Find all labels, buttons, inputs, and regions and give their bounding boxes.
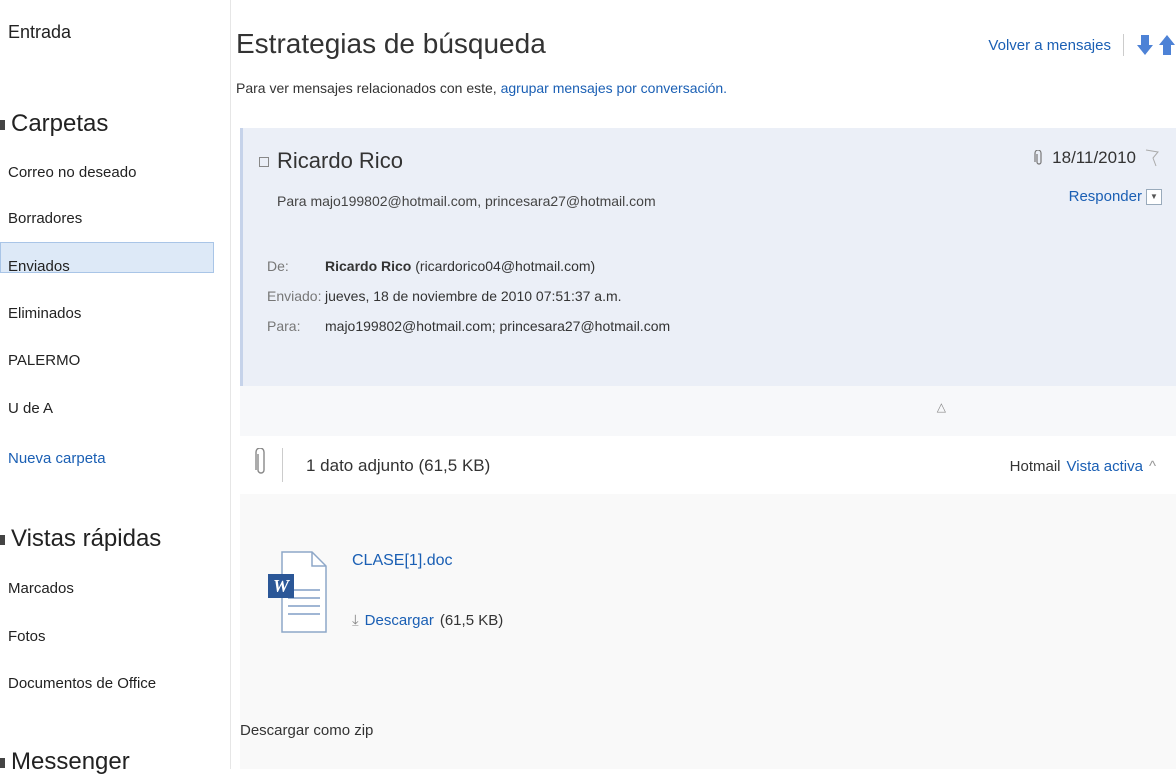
reply-control: Responder ▼ [1069, 188, 1162, 205]
collapse-triangle-icon[interactable]: △ [937, 400, 946, 414]
message-subject: Estrategias de búsqueda [236, 28, 546, 59]
previous-message-up-arrow-icon[interactable] [1158, 34, 1176, 56]
collapse-triangle-icon [0, 119, 5, 130]
folder-drafts[interactable]: Borradores [8, 210, 82, 227]
message-navigation: Volver a mensajes [988, 34, 1176, 56]
sender-name[interactable]: Ricardo Rico [259, 148, 403, 174]
recipients-summary: Para majo199802@hotmail.com, princesara2… [277, 193, 656, 209]
messenger-header[interactable]: Messenger [0, 748, 130, 776]
quickview-office-docs[interactable]: Documentos de Office [8, 675, 156, 692]
folder-u-de-a[interactable]: U de A [8, 400, 53, 417]
download-zip-link[interactable]: Descargar como zip [240, 722, 373, 739]
from-email: (ricardorico04@hotmail.com) [411, 258, 596, 274]
word-document-icon[interactable]: W [266, 550, 328, 634]
reading-pane: Estrategias de búsqueda Para ver mensaje… [232, 0, 1176, 769]
quickview-photos[interactable]: Fotos [8, 628, 46, 645]
sent-row: Enviado: jueves, 18 de noviembre de 2010 … [267, 288, 622, 304]
collapse-triangle-icon [0, 757, 5, 768]
download-row: ⤓ Descargar (61,5 KB) [352, 612, 503, 629]
folder-sent[interactable]: Enviados [8, 258, 70, 275]
sent-date: jueves, 18 de noviembre de 2010 07:51:37… [325, 288, 622, 304]
flag-icon[interactable] [1144, 149, 1160, 167]
folder-inbox[interactable]: Entrada [8, 22, 71, 43]
nav-separator [1123, 34, 1124, 56]
download-icon[interactable]: ⤓ [352, 612, 359, 629]
reply-button[interactable]: Responder [1069, 188, 1142, 205]
folder-palermo[interactable]: PALERMO [8, 352, 80, 369]
folders-header[interactable]: Carpetas [0, 110, 108, 138]
folder-junk[interactable]: Correo no deseado [8, 164, 136, 181]
to-row: Para: majo199802@hotmail.com; princesara2… [267, 318, 671, 334]
attachment-file-name[interactable]: CLASE[1].doc [352, 552, 453, 570]
message-details: De: Ricardo Rico (ricardorico04@hotmail.c… [267, 258, 670, 348]
from-row: De: Ricardo Rico (ricardorico04@hotmail.c… [267, 258, 596, 274]
attachments-bar: 1 dato adjunto (61,5 KB) Hotmail Vista ac… [240, 436, 1176, 495]
folder-sidebar: Entrada Carpetas Correo no deseado Borra… [0, 0, 228, 775]
conversation-hint: Para ver mensajes relacionados con este,… [236, 80, 728, 96]
new-folder-link[interactable]: Nueva carpeta [8, 450, 106, 467]
next-message-down-arrow-icon[interactable] [1136, 34, 1154, 56]
svg-text:W: W [273, 576, 291, 596]
paperclip-icon [1034, 150, 1042, 165]
active-view-control: Hotmail Vista activa ^ [1009, 458, 1156, 475]
quick-views-header[interactable]: Vistas rápidas [0, 525, 161, 553]
back-to-messages-link[interactable]: Volver a mensajes [988, 37, 1111, 54]
sidebar-divider [230, 0, 231, 769]
folder-deleted[interactable]: Eliminados [8, 305, 81, 322]
paperclip-icon [255, 447, 265, 474]
group-by-conversation-link[interactable]: agrupar mensajes por conversación. [501, 80, 727, 96]
attachment-size: (61,5 KB) [439, 612, 504, 629]
from-name[interactable]: Ricardo Rico [325, 258, 411, 274]
header-collapse-bar[interactable]: △ [240, 386, 1176, 437]
message-header: Ricardo Rico Para majo199802@hotmail.com… [240, 128, 1176, 386]
to-addresses: majo199802@hotmail.com; princesara27@hot… [325, 318, 671, 334]
download-link[interactable]: Descargar [365, 612, 434, 629]
attachment-count: 1 dato adjunto (61,5 KB) [306, 456, 491, 475]
reply-options-dropdown[interactable]: ▼ [1146, 188, 1162, 205]
chevron-up-icon[interactable]: ^ [1149, 458, 1156, 475]
attachment-clip [254, 447, 283, 482]
quickview-flagged[interactable]: Marcados [8, 580, 74, 597]
attachment-list: W CLASE[1].doc ⤓ Descargar (61,5 KB) Des… [240, 494, 1176, 769]
active-view-link[interactable]: Vista activa [1067, 458, 1143, 475]
collapse-triangle-icon [0, 534, 5, 545]
expand-header-icon[interactable] [259, 157, 269, 168]
message-date: 18/11/2010 [1034, 148, 1160, 168]
